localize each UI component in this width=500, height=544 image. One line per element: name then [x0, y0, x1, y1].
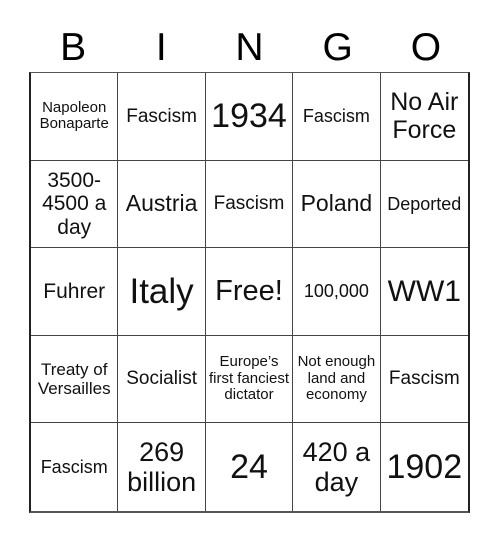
- cell-text: 3500-4500 a day: [42, 168, 107, 239]
- cell-text: Napoleon Bonaparte: [39, 98, 109, 133]
- cell-text: 100,000: [303, 281, 369, 302]
- bingo-cell[interactable]: Poland: [293, 160, 381, 249]
- bingo-cell[interactable]: 1902: [381, 423, 468, 511]
- bingo-cell[interactable]: 1934: [205, 73, 294, 161]
- bingo-cell[interactable]: 269 billion: [118, 423, 206, 511]
- cell-text: 24: [230, 448, 268, 487]
- cell-text: No Air Force: [390, 88, 459, 145]
- cell-text: Poland: [300, 190, 373, 217]
- bingo-cell[interactable]: Deported: [380, 161, 468, 249]
- cell-text: 420 a day: [302, 436, 371, 498]
- cell-text: Socialist: [126, 368, 197, 390]
- bingo-cell[interactable]: 24: [206, 423, 294, 511]
- bingo-cell[interactable]: Austria: [118, 160, 206, 249]
- bingo-cell[interactable]: 3500-4500 a day: [31, 160, 119, 249]
- cell-text: Fascism: [302, 106, 370, 127]
- bingo-cell[interactable]: Fascism: [205, 160, 294, 249]
- bingo-cell[interactable]: 420 a day: [293, 423, 381, 511]
- header-letter-n: N: [235, 26, 264, 69]
- cell-text: Italy: [129, 271, 194, 311]
- bingo-cell[interactable]: Socialist: [118, 335, 206, 424]
- header-letter-i: I: [155, 26, 167, 69]
- cell-text: Not enough land and economy: [297, 352, 376, 404]
- cell-text: Deported: [387, 193, 462, 214]
- bingo-cell[interactable]: Europe’s first fanciest dictator: [205, 335, 294, 424]
- cell-text: 269 billion: [127, 436, 197, 498]
- bingo-cell[interactable]: No Air Force: [380, 73, 468, 161]
- bingo-cell[interactable]: 100,000: [293, 248, 381, 336]
- bingo-board: Napoleon Bonaparte Fascism 1934 Fascism …: [29, 72, 470, 513]
- cell-text: WW1: [387, 274, 461, 308]
- bingo-cell[interactable]: Fascism: [31, 423, 119, 511]
- header-letter-g: G: [322, 26, 353, 69]
- cell-text: Fascism: [40, 457, 108, 478]
- cell-text: 1902: [386, 448, 463, 487]
- header-letter-b: B: [60, 26, 87, 69]
- free-space-cell[interactable]: Free!: [205, 248, 294, 336]
- bingo-cell[interactable]: Fascism: [380, 336, 468, 424]
- bingo-cell[interactable]: Treaty of Versailles: [31, 335, 119, 424]
- cell-text: 1934: [211, 97, 287, 136]
- cell-text: Europe’s first fanciest dictator: [208, 352, 289, 404]
- cell-text: Treaty of Versailles: [37, 360, 111, 399]
- cell-text: Fascism: [126, 105, 197, 127]
- bingo-cell[interactable]: WW1: [380, 248, 468, 336]
- cell-text: Fuhrer: [43, 279, 106, 303]
- bingo-cell[interactable]: Napoleon Bonaparte: [31, 73, 119, 161]
- cell-text: Austria: [125, 190, 198, 217]
- header-letter-o: O: [410, 26, 442, 69]
- bingo-cell[interactable]: Italy: [118, 248, 206, 336]
- bingo-cell[interactable]: Fascism: [293, 73, 381, 161]
- bingo-header: B I N G O: [29, 24, 470, 72]
- bingo-cell[interactable]: Fascism: [118, 73, 206, 161]
- free-space-label: Free!: [215, 275, 283, 308]
- bingo-cell[interactable]: Fuhrer: [31, 248, 119, 336]
- bingo-cell[interactable]: Not enough land and economy: [293, 335, 381, 424]
- cell-text: Fascism: [388, 368, 460, 390]
- cell-text: Fascism: [213, 193, 285, 215]
